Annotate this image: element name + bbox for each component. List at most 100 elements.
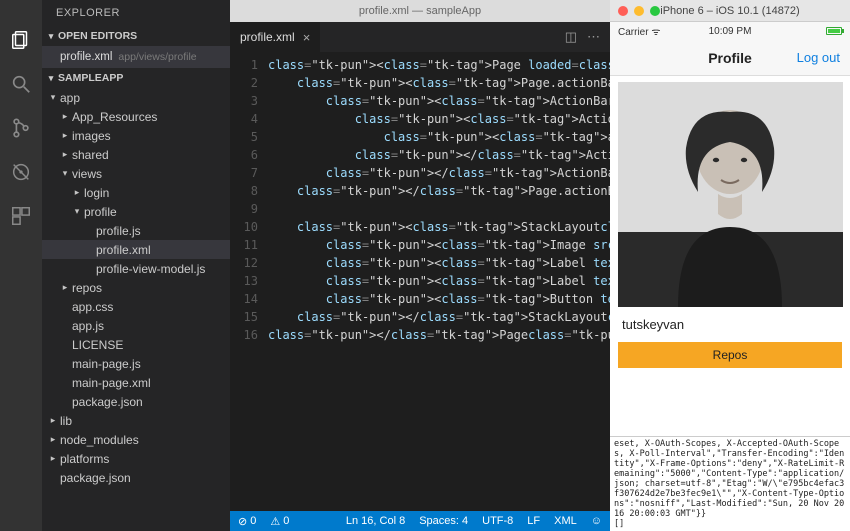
- tree-item-views[interactable]: ▾views: [42, 164, 230, 183]
- tree-item-label: app.css: [72, 300, 113, 314]
- project-header[interactable]: ▾SAMPLEAPP: [42, 68, 230, 88]
- tree-item-repos[interactable]: ▸repos: [42, 278, 230, 297]
- profile-avatar: [618, 82, 843, 307]
- battery-indicator: [826, 27, 842, 35]
- tree-item-main-page-js[interactable]: main-page.js: [42, 354, 230, 373]
- tree-item-label: main-page.js: [72, 357, 141, 371]
- tree-item-label: repos: [72, 281, 102, 295]
- status-warnings[interactable]: ⚠ 0: [270, 515, 289, 528]
- source-control-icon[interactable]: [9, 116, 33, 140]
- tree-item-node-modules[interactable]: ▸node_modules: [42, 430, 230, 449]
- twisty-icon: ▸: [60, 130, 70, 141]
- status-feedback-icon[interactable]: ☺: [591, 515, 602, 527]
- tree-item-package-json[interactable]: package.json: [42, 468, 230, 487]
- status-lang[interactable]: XML: [554, 515, 577, 527]
- console-output: eset, X-OAuth-Scopes, X-Accepted-OAuth-S…: [610, 436, 850, 531]
- tree-item-platforms[interactable]: ▸platforms: [42, 449, 230, 468]
- tree-item-label: images: [72, 129, 111, 143]
- tree-item-lib[interactable]: ▸lib: [42, 411, 230, 430]
- nav-title: Profile: [708, 50, 752, 66]
- open-editor-path: app/views/profile: [118, 51, 196, 63]
- tree-item-profile-view-model-js[interactable]: profile-view-model.js: [42, 259, 230, 278]
- open-editors-label: OPEN EDITORS: [58, 30, 137, 42]
- tree-item-label: app: [60, 91, 80, 105]
- twisty-icon: ▸: [60, 149, 70, 160]
- file-tree: ▾app▸App_Resources▸images▸shared▾views▸l…: [42, 88, 230, 531]
- tree-item-shared[interactable]: ▸shared: [42, 145, 230, 164]
- tree-item-label: login: [84, 186, 109, 200]
- more-icon[interactable]: ⋯: [587, 29, 600, 45]
- status-time: 10:09 PM: [610, 26, 850, 37]
- editor-actions: ◫ ⋯: [565, 22, 610, 52]
- twisty-icon: ▾: [60, 168, 70, 179]
- explorer-title: EXPLORER: [42, 0, 230, 26]
- editor-tab-bar: profile.xml × ◫ ⋯: [230, 22, 610, 52]
- search-icon[interactable]: [9, 72, 33, 96]
- profile-username: tutskeyvan: [610, 311, 850, 336]
- tree-item-label: views: [72, 167, 102, 181]
- tree-item-app-css[interactable]: app.css: [42, 297, 230, 316]
- tree-item-label: LICENSE: [72, 338, 123, 352]
- tree-item-license[interactable]: LICENSE: [42, 335, 230, 354]
- tree-item-package-json[interactable]: package.json: [42, 392, 230, 411]
- activity-bar: [0, 0, 42, 531]
- twisty-icon: ▸: [48, 434, 58, 445]
- tree-item-label: lib: [60, 414, 72, 428]
- tree-item-label: profile: [84, 205, 117, 219]
- window-title: profile.xml — sampleApp: [359, 5, 481, 17]
- tree-item-profile-js[interactable]: profile.js: [42, 221, 230, 240]
- tab-label: profile.xml: [240, 30, 295, 44]
- tree-item-app[interactable]: ▾app: [42, 88, 230, 107]
- ios-screen-body: tutskeyvan Repos eset, X-OAuth-Scopes, X…: [610, 76, 850, 531]
- status-line-col[interactable]: Ln 16, Col 8: [346, 515, 405, 527]
- tree-item-label: profile.xml: [96, 243, 151, 257]
- status-spaces[interactable]: Spaces: 4: [419, 515, 468, 527]
- tree-item-label: package.json: [60, 471, 131, 485]
- tree-item-label: platforms: [60, 452, 109, 466]
- status-bar: ⊘ 0 ⚠ 0 Ln 16, Col 8 Spaces: 4 UTF-8 LF …: [230, 511, 610, 531]
- status-errors[interactable]: ⊘ 0: [238, 515, 256, 528]
- tree-item-label: main-page.xml: [72, 376, 151, 390]
- tree-item-images[interactable]: ▸images: [42, 126, 230, 145]
- close-icon[interactable]: ×: [303, 30, 311, 45]
- code-content[interactable]: class="tk-pun"><class="tk-tag">Page load…: [268, 52, 610, 511]
- tree-item-label: profile.js: [96, 224, 141, 238]
- split-editor-icon[interactable]: ◫: [565, 29, 577, 45]
- battery-icon: [826, 27, 842, 35]
- tree-item-label: shared: [72, 148, 109, 162]
- repos-button[interactable]: Repos: [618, 342, 842, 368]
- project-label: SAMPLEAPP: [58, 72, 123, 84]
- open-editor-filename: profile.xml: [60, 51, 112, 63]
- open-editor-item[interactable]: profile.xml app/views/profile: [42, 46, 230, 68]
- simulator-titlebar: iPhone 6 – iOS 10.1 (14872): [610, 0, 850, 22]
- tree-item-profile-xml[interactable]: profile.xml: [42, 240, 230, 259]
- logout-button[interactable]: Log out: [797, 50, 840, 65]
- tree-item-login[interactable]: ▸login: [42, 183, 230, 202]
- debug-icon[interactable]: [9, 160, 33, 184]
- tree-item-app-resources[interactable]: ▸App_Resources: [42, 107, 230, 126]
- twisty-icon: ▸: [60, 282, 70, 293]
- twisty-icon: ▸: [72, 187, 82, 198]
- twisty-icon: ▸: [48, 415, 58, 426]
- line-gutter: 12345678910111213141516: [230, 52, 268, 511]
- tree-item-label: App_Resources: [72, 110, 157, 124]
- tree-item-label: profile-view-model.js: [96, 262, 205, 276]
- window-titlebar: profile.xml — sampleApp: [230, 0, 610, 22]
- code-editor[interactable]: 12345678910111213141516 class="tk-pun"><…: [230, 52, 610, 511]
- tree-item-app-js[interactable]: app.js: [42, 316, 230, 335]
- twisty-icon: ▸: [48, 453, 58, 464]
- twisty-icon: ▾: [48, 92, 58, 103]
- open-editors-header[interactable]: ▾OPEN EDITORS: [42, 26, 230, 46]
- tab-profile-xml[interactable]: profile.xml ×: [230, 22, 321, 52]
- explorer-sidebar: EXPLORER ▾OPEN EDITORS profile.xml app/v…: [42, 0, 230, 531]
- explorer-icon[interactable]: [9, 28, 33, 52]
- status-eol[interactable]: LF: [527, 515, 540, 527]
- ios-nav-bar: Profile Log out: [610, 40, 850, 76]
- tree-item-main-page-xml[interactable]: main-page.xml: [42, 373, 230, 392]
- extensions-icon[interactable]: [9, 204, 33, 228]
- status-encoding[interactable]: UTF-8: [482, 515, 513, 527]
- tree-item-profile[interactable]: ▾profile: [42, 202, 230, 221]
- twisty-icon: ▸: [60, 111, 70, 122]
- tree-item-label: node_modules: [60, 433, 139, 447]
- editor-area: profile.xml — sampleApp profile.xml × ◫ …: [230, 0, 610, 531]
